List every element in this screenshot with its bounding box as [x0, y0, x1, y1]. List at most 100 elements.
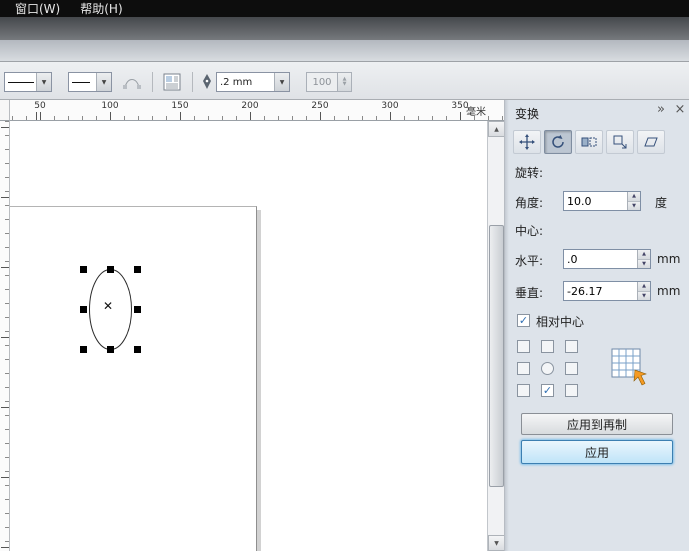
spline-arc-button[interactable]	[120, 70, 144, 94]
selection-handle[interactable]	[80, 266, 87, 273]
transform-docker: 变换 » ×	[504, 100, 689, 551]
docker-title: 变换	[515, 105, 539, 122]
outline-width-value: .2 mm	[217, 77, 274, 88]
ruler-unit-label: 毫米	[466, 103, 486, 118]
numeric-100-value: 100	[306, 72, 338, 92]
anchor-top-right-checkbox[interactable]	[565, 340, 578, 353]
spinner-arrows-icon[interactable]: ▲ ▼	[338, 72, 352, 92]
spinner-up-icon[interactable]: ▲	[628, 192, 640, 202]
arc-icon	[123, 75, 141, 89]
app-window: { "menubar": { "items": [ { "label": "窗口…	[0, 0, 689, 551]
skew-icon	[643, 134, 659, 150]
ruler-tick-label: 200	[241, 101, 258, 111]
line-end-combo[interactable]: ▼	[68, 72, 112, 92]
anchor-middle-right-checkbox[interactable]	[565, 362, 578, 375]
ruler-tick-label: 100	[101, 101, 118, 111]
size-icon	[612, 134, 628, 150]
horizontal-ruler[interactable]: 50 100 150 200 250 300 350 毫米	[10, 100, 504, 121]
position-icon	[519, 134, 535, 150]
outline-pen-icon	[201, 74, 213, 90]
selection-handle[interactable]	[80, 346, 87, 353]
spinner-down-icon[interactable]: ▼	[638, 260, 650, 269]
outline-width-combo[interactable]: .2 mm ▼	[216, 72, 290, 92]
anchor-bottom-center-checkbox[interactable]: ✓	[541, 384, 554, 397]
spinner-up-icon[interactable]: ▲	[638, 282, 650, 292]
window-chrome-strip	[0, 17, 689, 40]
center-section-label: 中心:	[515, 222, 543, 239]
scroll-down-icon: ▼	[494, 540, 499, 547]
relative-center-label: 相对中心	[536, 313, 584, 330]
anchor-middle-left-checkbox[interactable]	[517, 362, 530, 375]
vertical-spinner[interactable]: ▲ ▼	[637, 282, 650, 300]
scroll-down-button[interactable]: ▼	[488, 535, 505, 551]
separator	[152, 72, 153, 92]
rotate-section-label: 旋转:	[515, 164, 543, 181]
anchor-bottom-right-checkbox[interactable]	[565, 384, 578, 397]
chevron-down-icon[interactable]: ▼	[274, 73, 289, 91]
spinner-down-icon[interactable]: ▼	[628, 202, 640, 211]
horizontal-field[interactable]: ▲ ▼	[563, 249, 651, 269]
selection-handle[interactable]	[134, 346, 141, 353]
horizontal-label: 水平:	[515, 252, 543, 269]
line-style-preview	[8, 82, 34, 83]
scroll-up-icon: ▲	[494, 126, 499, 133]
ruler-tick-label: 150	[171, 101, 188, 111]
chevron-down-icon[interactable]: ▼	[96, 73, 111, 91]
menubar: 窗口(W) 帮助(H)	[0, 0, 689, 17]
anchor-center-radio[interactable]	[541, 362, 554, 375]
horizontal-spinner[interactable]: ▲ ▼	[637, 250, 650, 268]
scale-mirror-mode-button[interactable]	[575, 130, 603, 154]
anchor-bottom-left-checkbox[interactable]	[517, 384, 530, 397]
position-mode-button[interactable]	[513, 130, 541, 154]
page	[10, 206, 257, 551]
scroll-up-button[interactable]: ▲	[488, 121, 505, 137]
docker-close-icon[interactable]: ×	[672, 102, 688, 117]
spinner-up-icon[interactable]: ▲	[638, 250, 650, 260]
skew-mode-button[interactable]	[637, 130, 665, 154]
scrollbar-thumb[interactable]	[489, 225, 504, 487]
chevron-down-icon[interactable]: ▼	[36, 73, 51, 91]
anchor-grid-icon	[611, 346, 651, 390]
size-mode-button[interactable]	[606, 130, 634, 154]
numeric-100-spinner: 100 ▲ ▼	[306, 72, 352, 92]
menu-item-window[interactable]: 窗口(W)	[6, 0, 69, 18]
selection-handle[interactable]	[107, 266, 114, 273]
anchor-top-left-checkbox[interactable]	[517, 340, 530, 353]
rotation-center-marker[interactable]: ✕	[103, 299, 113, 313]
selected-shape-group: ✕	[80, 266, 141, 353]
angle-field[interactable]: ▲ ▼	[563, 191, 641, 211]
text-wrap-button[interactable]	[160, 70, 184, 94]
vertical-ruler[interactable]	[0, 121, 10, 551]
apply-to-duplicate-button[interactable]: 应用到再制	[521, 413, 673, 435]
outline-pen-button	[198, 70, 216, 94]
selection-handle[interactable]	[107, 346, 114, 353]
spinner-down-icon[interactable]: ▼	[638, 292, 650, 301]
line-end-preview	[72, 82, 90, 83]
angle-unit: 度	[655, 194, 667, 211]
selection-handle[interactable]	[134, 266, 141, 273]
vertical-scrollbar[interactable]: ▲ ▼	[487, 121, 504, 551]
menu-item-help[interactable]: 帮助(H)	[71, 0, 131, 18]
angle-label: 角度:	[515, 194, 543, 211]
line-style-combo[interactable]: ▼	[4, 72, 52, 92]
vertical-field[interactable]: ▲ ▼	[563, 281, 651, 301]
selection-handle[interactable]	[134, 306, 141, 313]
ruler-tick-label: 250	[311, 101, 328, 111]
angle-spinner[interactable]: ▲ ▼	[627, 192, 640, 210]
vertical-unit: mm	[657, 284, 680, 298]
ruler-corner	[0, 100, 10, 121]
ruler-tick-label: 50	[34, 101, 45, 111]
apply-button[interactable]: 应用	[521, 440, 673, 464]
docker-resize-grip[interactable]	[505, 100, 509, 551]
transform-mode-buttons	[513, 130, 665, 154]
selection-handle[interactable]	[80, 306, 87, 313]
vertical-label: 垂直:	[515, 284, 543, 301]
toolbar-strip	[0, 40, 689, 62]
scale-mirror-icon	[581, 134, 597, 150]
anchor-top-center-checkbox[interactable]	[541, 340, 554, 353]
drawing-canvas[interactable]: ✕	[10, 121, 487, 551]
docker-collapse-icon[interactable]: »	[653, 102, 669, 117]
horizontal-unit: mm	[657, 252, 680, 266]
relative-center-checkbox[interactable]: ✓	[517, 314, 530, 327]
rotate-mode-button[interactable]	[544, 130, 572, 154]
